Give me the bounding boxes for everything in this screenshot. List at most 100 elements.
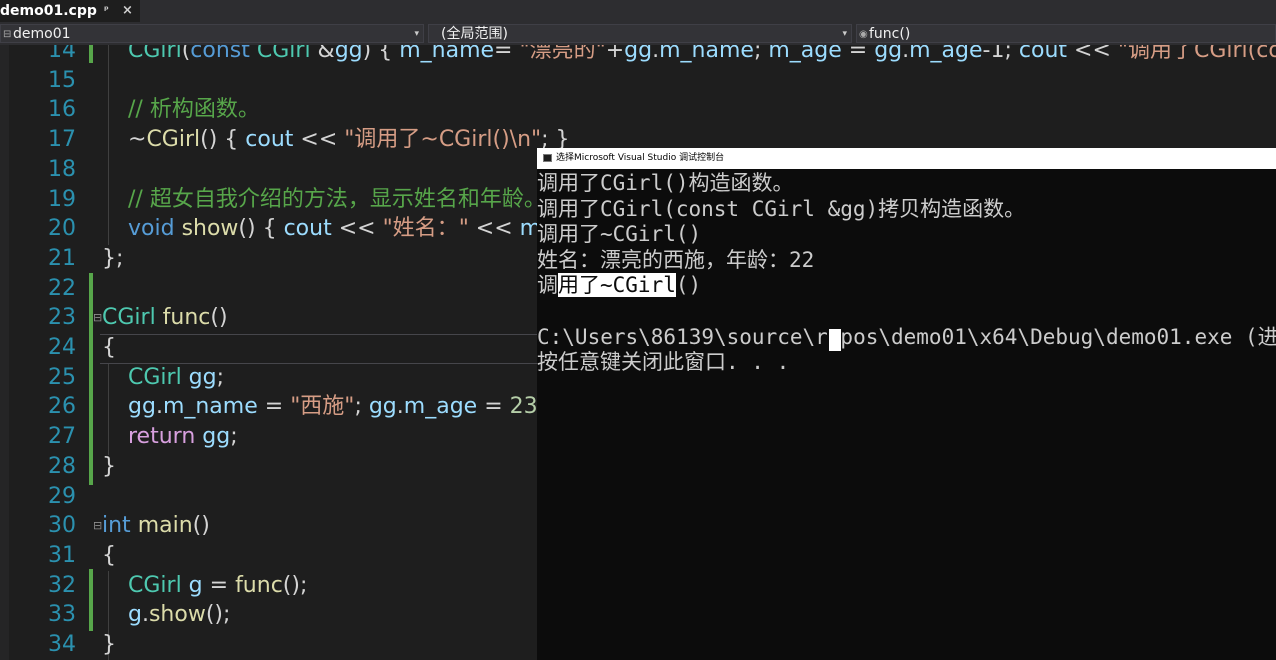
console-title: 选择Microsoft Visual Studio 调试控制台: [556, 153, 725, 163]
member-dropdown-label: func(): [869, 26, 911, 42]
collapse-icon[interactable]: ⊟: [93, 511, 102, 541]
code-token: ": [458, 216, 469, 242]
code-token: =: [494, 45, 520, 63]
code-line[interactable]: 16 // 析构函数。: [0, 95, 1276, 125]
code-text: {: [102, 333, 116, 363]
console-line: C:\Users\86139\source\repos\demo01\x64\D…: [537, 324, 1276, 349]
code-token: }: [102, 632, 116, 657]
line-number: 17: [48, 127, 76, 153]
code-token: cout: [1018, 45, 1068, 63]
line-number: 32: [48, 572, 76, 598]
member-dropdown[interactable]: ◉ func(): [856, 24, 1276, 43]
code-token: int: [102, 513, 138, 539]
code-text: {: [102, 541, 116, 571]
code-token: m_name: [659, 45, 754, 63]
code-token: 23: [509, 394, 538, 420]
line-number: 27: [48, 424, 76, 450]
console-text: (): [675, 273, 702, 298]
scope-dropdown-label: (全局范围): [441, 26, 508, 42]
console-selection[interactable]: 用了~CGirl: [558, 273, 676, 298]
code-text: CGirl func(): [102, 303, 228, 333]
code-text: gg.m_name = "西施"; gg.m_age = 23;: [128, 392, 545, 422]
console-title-bar[interactable]: 选择Microsoft Visual Studio 调试控制台: [537, 148, 1276, 169]
console-line: 调用了~CGirl(): [537, 272, 701, 298]
code-text: return gg;: [128, 422, 238, 452]
console-line: 调用了CGirl(const CGirl &gg)拷贝构造函数。: [537, 196, 1026, 221]
console-line: 调用了CGirl()构造函数。: [537, 171, 794, 195]
code-token: ();: [205, 602, 231, 628]
code-token: =: [477, 394, 510, 420]
code-text: // 析构函数。: [128, 95, 260, 125]
code-token: <<: [468, 216, 520, 242]
code-token: .: [396, 394, 404, 420]
line-number: 30: [48, 513, 76, 539]
code-token: "调用了CGirl(const CGirl &gg)拷贝构造函数。\n": [1117, 45, 1276, 63]
code-token: ~: [128, 127, 147, 153]
code-token: // 析构函数。: [128, 97, 260, 123]
line-number: 26: [48, 394, 76, 420]
code-token: // 超女自我介绍的方法，显示姓名和年龄。: [128, 186, 546, 212]
debug-console-window[interactable]: 选择Microsoft Visual Studio 调试控制台 调用了CGirl…: [537, 148, 1276, 660]
code-line[interactable]: 14 CGirl(const CGirl &gg) { m_name= "漂亮的"…: [0, 45, 1276, 66]
code-token: =: [257, 394, 291, 420]
code-token: show: [181, 216, 239, 242]
code-token: (: [181, 45, 191, 63]
tab-filename: demo01.cpp: [0, 3, 97, 19]
code-token: gg: [368, 394, 397, 420]
chevron-down-icon: ▾: [414, 29, 419, 39]
code-token: m_age: [768, 45, 842, 63]
code-token: m_age: [909, 45, 983, 63]
line-number: 24: [48, 335, 76, 360]
code-token: ;: [230, 424, 238, 450]
code-token: <<: [1067, 45, 1118, 63]
line-number: 21: [48, 245, 76, 271]
code-token: "调用了~CGirl()\n": [344, 127, 542, 153]
code-token: func: [162, 305, 211, 331]
code-text: // 超女自我介绍的方法，显示姓名和年龄。: [128, 185, 546, 215]
code-token: m_name: [399, 45, 495, 63]
code-token: "漂亮的": [519, 45, 606, 63]
tab-demo01-cpp[interactable]: demo01.cpp ᵖ ×: [0, 0, 140, 22]
code-text: }: [102, 630, 116, 660]
collapse-icon[interactable]: ⊟: [93, 303, 102, 333]
console-app-icon: [543, 154, 552, 162]
code-token: (): [192, 513, 210, 539]
scope-dropdown[interactable]: (全局范围) ▾: [428, 24, 852, 43]
code-text: int main(): [102, 511, 210, 541]
console-text: 调: [537, 273, 558, 298]
console-output[interactable]: 调用了CGirl()构造函数。 调用了CGirl(const CGirl &gg)…: [537, 169, 1276, 660]
function-icon: ◉: [859, 29, 868, 40]
code-token: <<: [331, 216, 383, 242]
code-token: gg: [202, 424, 231, 450]
code-token: CGirl: [102, 305, 163, 331]
code-token: .: [141, 602, 149, 628]
code-token: {: [102, 335, 116, 360]
pin-icon[interactable]: ᵖ: [104, 0, 109, 22]
close-icon[interactable]: ×: [122, 0, 133, 22]
code-token: ) {: [362, 45, 400, 63]
code-token: CGirl: [128, 45, 182, 63]
line-number: 34: [48, 632, 76, 657]
code-token: m_age: [403, 394, 478, 420]
line-number: 16: [48, 97, 76, 123]
code-text: g.show();: [128, 600, 230, 630]
code-token: +: [605, 45, 625, 63]
code-token: }: [102, 453, 116, 479]
code-line[interactable]: 15: [0, 66, 1276, 96]
code-token: cout: [283, 216, 332, 242]
project-dropdown[interactable]: ⊟ demo01 ▾: [0, 24, 424, 43]
code-token: &: [317, 45, 335, 63]
line-number: 33: [48, 602, 76, 628]
code-token: const: [190, 45, 257, 63]
document-tab-strip: demo01.cpp ᵖ ×: [0, 0, 1276, 22]
code-token: gg: [128, 394, 156, 420]
code-token: main: [137, 513, 193, 539]
line-number: 19: [48, 186, 76, 212]
code-token: gg: [334, 45, 363, 63]
code-token: ;: [354, 394, 369, 420]
code-token: "姓名：: [382, 216, 459, 242]
code-token: m_name: [162, 394, 258, 420]
code-token: gg: [624, 45, 653, 63]
line-number: 14: [48, 45, 76, 63]
code-token: CGirl: [146, 127, 201, 153]
